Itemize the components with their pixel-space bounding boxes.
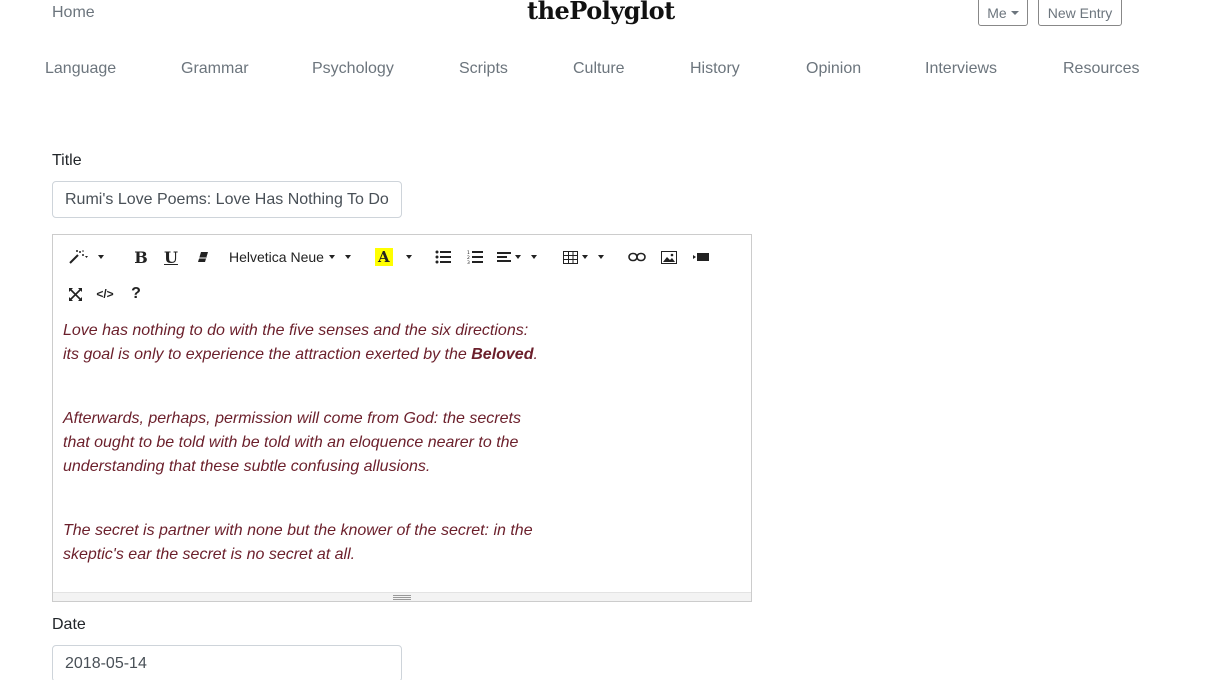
poem-line: skeptic's ear the secret is no secret at…: [63, 546, 356, 563]
brand-logo[interactable]: thePolyglot: [527, 0, 675, 25]
caret-down-icon: [98, 255, 104, 259]
link-icon: [628, 252, 646, 262]
home-link[interactable]: Home: [52, 4, 95, 22]
help-button[interactable]: ?: [126, 284, 146, 304]
me-label: Me: [987, 4, 1007, 21]
bold-text: Beloved: [471, 346, 534, 363]
nav-opinion[interactable]: Opinion: [806, 60, 861, 78]
caret-down-icon: [515, 255, 521, 259]
poem-text: .: [533, 346, 538, 363]
nav-grammar[interactable]: Grammar: [181, 60, 249, 78]
code-view-button[interactable]: </>: [93, 284, 117, 304]
title-label: Title: [52, 152, 82, 169]
rich-text-editor: B U Helvetica Neue A 1 2 3 </> ? Love ha…: [52, 234, 752, 602]
resize-grip-icon[interactable]: [393, 595, 411, 600]
style-magic-button[interactable]: [65, 247, 107, 267]
nav-culture[interactable]: Culture: [573, 60, 625, 78]
poem-line: Afterwards, perhaps, permission will com…: [63, 410, 521, 427]
caret-down-icon: [405, 255, 412, 259]
help-icon: ?: [131, 285, 141, 302]
poem-text: its goal is only to experience the attra…: [63, 346, 472, 363]
caret-down-icon: [598, 255, 604, 259]
nav-psychology[interactable]: Psychology: [312, 60, 394, 78]
text-color-button[interactable]: A: [375, 247, 421, 267]
insert-image-button[interactable]: [659, 247, 679, 267]
font-family-dropdown[interactable]: Helvetica Neue: [229, 247, 361, 267]
underline-button[interactable]: U: [161, 247, 181, 267]
eraser-icon: [198, 252, 208, 262]
editor-content[interactable]: Love has nothing to do with the five sen…: [63, 319, 563, 567]
image-icon: [661, 250, 677, 264]
nav-interviews[interactable]: Interviews: [925, 60, 997, 78]
ordered-list-button[interactable]: 1 2 3: [465, 247, 485, 267]
poem-line: The secret is partner with none but the …: [63, 522, 533, 539]
underline-icon: U: [164, 247, 178, 267]
insert-video-button[interactable]: [691, 247, 711, 267]
unordered-list-button[interactable]: [433, 247, 453, 267]
code-view-icon: </>: [96, 287, 114, 301]
caret-down-icon: [344, 255, 351, 259]
poem-line: Love has nothing to do with the five sen…: [63, 322, 529, 339]
poem-line: that ought to be told with be told with …: [63, 434, 519, 451]
new-entry-button[interactable]: New Entry: [1038, 0, 1122, 26]
caret-down-icon: [328, 255, 335, 259]
video-icon: [693, 253, 709, 261]
numbered-list-icon: 1 2 3: [467, 250, 483, 264]
date-label: Date: [52, 616, 86, 633]
magic-wand-icon: [69, 250, 88, 264]
poem-line: its goal is only to experience the attra…: [63, 343, 563, 367]
paragraph-align-dropdown[interactable]: [497, 247, 543, 267]
poem-line: understanding that these subtle confusin…: [63, 458, 431, 475]
fullscreen-icon: [68, 287, 82, 301]
clear-format-button[interactable]: [193, 247, 213, 267]
me-dropdown-button[interactable]: Me: [978, 0, 1028, 26]
nav-language[interactable]: Language: [45, 60, 116, 78]
align-left-icon: [497, 252, 511, 262]
table-icon: [563, 250, 578, 264]
font-family-value: Helvetica Neue: [229, 249, 324, 265]
bold-icon: B: [134, 247, 148, 267]
fullscreen-button[interactable]: [65, 284, 85, 304]
nav-history[interactable]: History: [690, 60, 740, 78]
nav-scripts[interactable]: Scripts: [459, 60, 508, 78]
nav-resources[interactable]: Resources: [1063, 60, 1139, 78]
date-input[interactable]: 2018-05-14: [52, 645, 402, 680]
new-entry-label: New Entry: [1047, 4, 1113, 21]
link-button[interactable]: [627, 247, 647, 267]
caret-down-icon: [1010, 10, 1019, 15]
caret-down-icon: [531, 255, 537, 259]
bullet-list-icon: [435, 250, 451, 264]
svg-text:3: 3: [467, 260, 470, 264]
caret-down-icon: [582, 255, 588, 259]
title-input[interactable]: Rumi's Love Poems: Love Has Nothing To D…: [52, 181, 402, 218]
bold-button[interactable]: B: [131, 247, 151, 267]
table-button[interactable]: [563, 247, 613, 267]
highlight-color-icon: A: [375, 248, 393, 266]
editor-resize-bar[interactable]: [53, 592, 751, 601]
